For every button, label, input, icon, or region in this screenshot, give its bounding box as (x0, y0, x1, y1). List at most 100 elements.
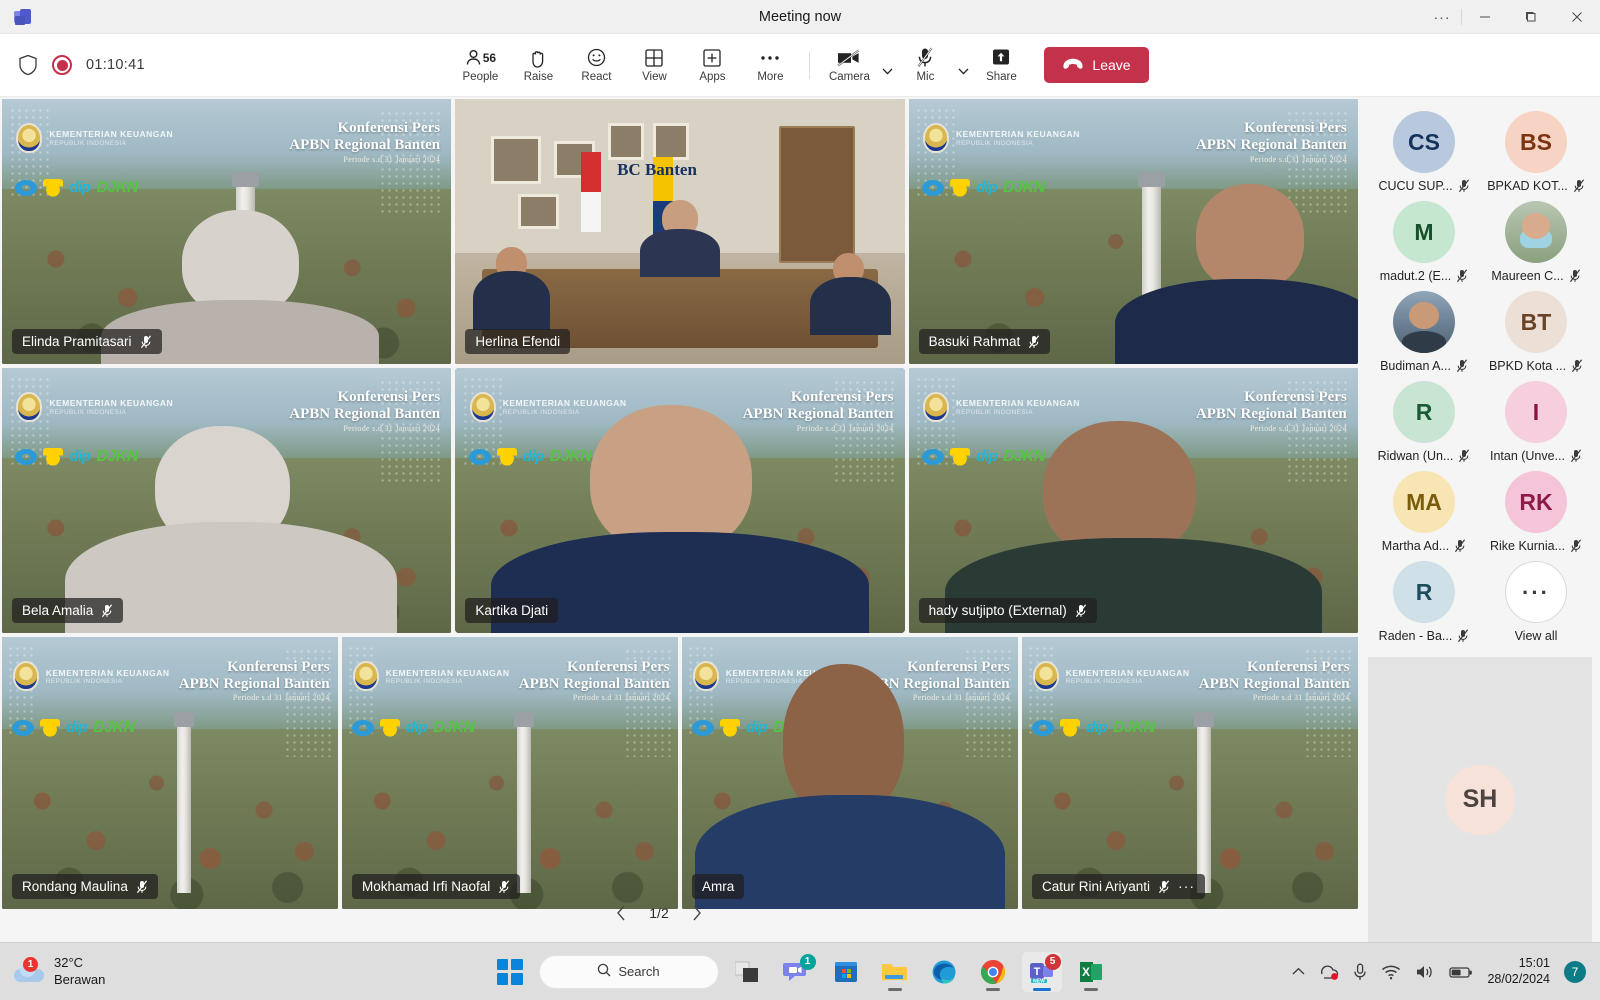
djkn-logo-label: DJKN (93, 718, 135, 736)
view-all-button[interactable]: ··· View all (1482, 561, 1590, 643)
clock-date: 28/02/2024 (1487, 971, 1550, 986)
minimize-button[interactable] (1462, 0, 1508, 34)
pager-next-button[interactable] (685, 901, 709, 925)
chat-teams-icon[interactable]: 1 (777, 952, 817, 992)
react-button[interactable]: React (567, 39, 625, 91)
roster-participant[interactable]: M madut.2 (E... (1370, 201, 1478, 283)
participant-name: Mokhamad Irfi Naofal (362, 879, 491, 894)
kemenkeu-seal-icon (16, 391, 43, 422)
camera-button[interactable]: Camera (820, 39, 878, 91)
titlebar-more-icon[interactable]: ··· (1423, 0, 1461, 34)
video-tile[interactable]: KEMENTERIAN KEUANGAN REPUBLIK INDONESIA … (2, 368, 452, 633)
avatar (1393, 291, 1455, 353)
battery-icon[interactable] (1449, 965, 1473, 979)
video-tile[interactable]: KEMENTERIAN KEUANGAN REPUBLIK INDONESIA … (2, 99, 452, 364)
pager-label: 1/2 (649, 905, 669, 921)
raise-hand-button[interactable]: Raise (509, 39, 567, 91)
participant-name-badge: Bela Amalia (12, 598, 124, 623)
windows-start-icon[interactable] (490, 952, 530, 992)
svg-text:T: T (1033, 966, 1040, 978)
microsoft-store-icon[interactable] (826, 952, 866, 992)
banner-title-line3: Periode s.d 31 Januari 2024 (343, 423, 441, 433)
djp-logo-icon (922, 179, 945, 196)
camera-off-icon (836, 47, 862, 69)
video-tile-active-speaker[interactable]: KEMENTERIAN KEUANGAN REPUBLIK INDONESIA … (455, 368, 905, 633)
people-button[interactable]: 56 People (451, 39, 509, 91)
view-all-label: View all (1514, 629, 1558, 643)
teams-badge: 5 (1044, 953, 1061, 970)
apps-button[interactable]: Apps (683, 39, 741, 91)
video-tile[interactable]: KEMENTERIAN KEUANGAN REPUBLIK INDONESIA … (682, 637, 1018, 909)
banner-title-line2: APBN Regional Banten (289, 136, 441, 153)
wifi-icon[interactable] (1381, 964, 1401, 980)
virtual-background: KEMENTERIAN KEUANGAN REPUBLIK INDONESIA … (1022, 637, 1358, 909)
svg-text:NEW: NEW (1033, 978, 1045, 984)
agency-logos: dip DJKN (1032, 718, 1155, 737)
close-button[interactable] (1554, 0, 1600, 34)
avatar-initials: RK (1519, 488, 1553, 515)
more-button[interactable]: More (741, 39, 799, 91)
video-tile[interactable]: KEMENTERIAN KEUANGAN REPUBLIK INDONESIA … (908, 368, 1358, 633)
taskbar-clock[interactable]: 15:01 28/02/2024 (1487, 956, 1550, 987)
onedrive-sync-icon[interactable] (1319, 963, 1339, 981)
djpb-logo-label: dip (1086, 719, 1108, 737)
roster-participant[interactable]: R Ridwan (Un... (1370, 381, 1478, 463)
microsoft-teams-icon[interactable]: T NEW 5 (1021, 951, 1062, 992)
mic-button[interactable]: Mic (896, 39, 954, 91)
view-button[interactable]: View (625, 39, 683, 91)
mic-off-icon (1456, 269, 1468, 283)
avatar-initials: CS (1408, 128, 1440, 155)
roster-participant[interactable]: BS BPKAD KOT... (1482, 111, 1590, 193)
banner-title-line3: Periode s.d 31 Januari 2024 (1250, 154, 1347, 164)
microsoft-excel-icon[interactable]: X (1071, 952, 1111, 992)
video-tile[interactable]: KEMENTERIAN KEUANGAN REPUBLIK INDONESIA … (1022, 637, 1358, 909)
virtual-background: KEMENTERIAN KEUANGAN REPUBLIK INDONESIA … (908, 368, 1358, 633)
roster-participant[interactable]: Budiman A... (1370, 291, 1478, 373)
search-input[interactable]: Search (538, 954, 719, 989)
avatar: BS (1505, 111, 1567, 173)
roster-participant[interactable]: I Intan (Unve... (1482, 381, 1590, 463)
meeting-toolbar: 01:10:41 56 People Raise React View Apps… (0, 34, 1600, 97)
task-view-icon[interactable] (728, 952, 768, 992)
mic-off-icon (916, 47, 934, 69)
clock-time: 15:01 (1518, 955, 1550, 970)
share-button[interactable]: Share (972, 39, 1030, 91)
banner-title-line1: Konferensi Pers (337, 389, 441, 406)
avatar: I (1505, 381, 1567, 443)
roster-participant[interactable]: RK Rike Kurnia... (1482, 471, 1590, 553)
participant-name-badge: Kartika Djati (465, 598, 559, 623)
roster-participant[interactable]: Maureen C... (1482, 201, 1590, 283)
agency-logos: dip DJKN (922, 178, 1045, 197)
people-label: People (462, 70, 499, 83)
video-tile[interactable]: KEMENTERIAN KEUANGAN REPUBLIK INDONESIA … (2, 637, 338, 909)
self-video-panel[interactable]: SH (1368, 657, 1592, 942)
google-chrome-icon[interactable] (973, 952, 1013, 992)
pager-prev-button[interactable] (609, 901, 633, 925)
tile-more-options-icon[interactable]: ··· (1178, 879, 1195, 894)
video-tile[interactable]: KEMENTERIAN KEUANGAN REPUBLIK INDONESIA … (908, 99, 1358, 364)
maximize-button[interactable] (1508, 0, 1554, 34)
virtual-background: KEMENTERIAN KEUANGAN REPUBLIK INDONESIA … (2, 99, 452, 364)
video-tile[interactable]: KEMENTERIAN KEUANGAN REPUBLIK INDONESIA … (342, 637, 678, 909)
mic-chevron-down-icon[interactable] (954, 39, 972, 91)
leave-button[interactable]: Leave (1044, 47, 1149, 83)
video-row: KEMENTERIAN KEUANGAN REPUBLIK INDONESIA … (2, 99, 1358, 364)
mic-group: Mic (896, 39, 972, 91)
mic-icon[interactable] (1353, 963, 1367, 981)
roster-participant[interactable]: R Raden - Ba... (1370, 561, 1478, 643)
chevron-up-icon[interactable] (1292, 967, 1305, 976)
avatar-initials: R (1415, 578, 1433, 605)
camera-chevron-down-icon[interactable] (878, 39, 896, 91)
agency-logos: dip DJKN (922, 447, 1045, 466)
roster-participant[interactable]: CS CUCU SUP... (1370, 111, 1478, 193)
notification-badge[interactable]: 7 (1564, 960, 1586, 983)
roster-participant[interactable]: MA Martha Ad... (1370, 471, 1478, 553)
banner-title-line2: APBN Regional Banten (742, 405, 894, 422)
running-indicator (887, 987, 902, 991)
file-explorer-icon[interactable] (875, 952, 915, 992)
video-tile[interactable]: BC Banten Herlina Efendi (455, 99, 905, 364)
microsoft-edge-icon[interactable] (924, 952, 964, 992)
roster-participant[interactable]: BT BPKD Kota ... (1482, 291, 1590, 373)
volume-icon[interactable] (1415, 964, 1435, 980)
avatar (1505, 201, 1567, 263)
